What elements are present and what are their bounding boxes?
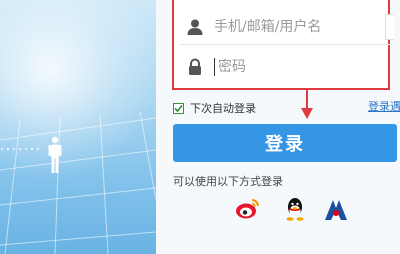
down-arrow-icon bbox=[301, 90, 313, 119]
login-help-link[interactable]: 登录遇 bbox=[368, 98, 400, 114]
qq-icon[interactable] bbox=[282, 196, 308, 222]
perspective-grid bbox=[0, 111, 156, 254]
background-illustration bbox=[0, 0, 156, 254]
auto-login-option[interactable]: 下次自动登录 bbox=[173, 100, 256, 116]
other-login-label: 可以使用以下方式登录 bbox=[173, 175, 283, 188]
checkmark-icon bbox=[174, 104, 183, 112]
renren-icon[interactable] bbox=[323, 196, 349, 222]
login-button[interactable]: 登录 bbox=[173, 124, 397, 162]
user-icon bbox=[187, 19, 203, 35]
dotted-line bbox=[1, 148, 39, 150]
auto-login-checkbox[interactable] bbox=[173, 102, 184, 114]
credential-highlight-box: 手机/邮箱/用户名 密码 bbox=[172, 0, 394, 90]
username-placeholder: 手机/邮箱/用户名 bbox=[214, 19, 322, 35]
weibo-icon[interactable] bbox=[235, 196, 261, 222]
field-edge bbox=[385, 14, 394, 40]
auto-login-label: 下次自动登录 bbox=[190, 102, 256, 115]
password-placeholder: 密码 bbox=[218, 59, 246, 75]
username-field[interactable]: 手机/邮箱/用户名 bbox=[180, 10, 394, 45]
lock-icon bbox=[189, 58, 201, 75]
person-figure-icon bbox=[48, 136, 62, 173]
text-cursor bbox=[214, 58, 215, 76]
password-field[interactable]: 密码 bbox=[180, 50, 390, 84]
